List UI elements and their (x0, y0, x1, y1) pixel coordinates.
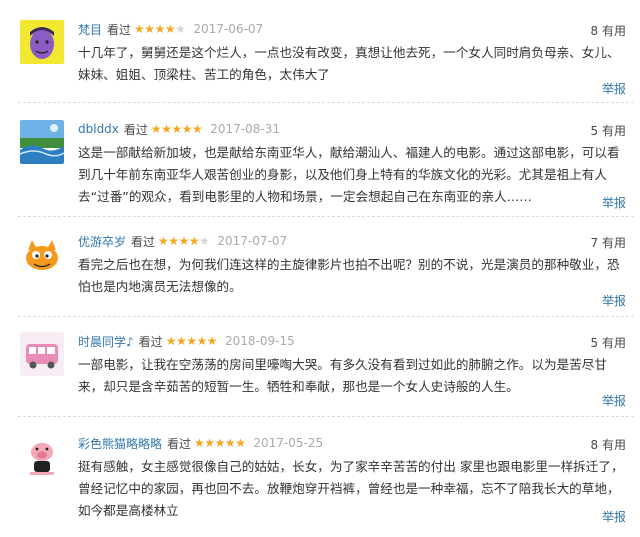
report-link[interactable]: 举报 (602, 508, 626, 525)
username-link[interactable]: 优游卒岁 (78, 233, 126, 250)
star-filled-icon: ★ (194, 436, 205, 450)
star-filled-icon: ★ (154, 22, 166, 36)
report-link[interactable]: 举报 (602, 392, 626, 409)
star-filled-icon: ★ (188, 234, 200, 248)
useful-vote[interactable]: 5 有用 (591, 334, 626, 351)
star-filled-icon: ★ (175, 334, 187, 348)
rating-stars: ★★★★★ (165, 334, 218, 348)
review-date: 2017-05-25 (253, 436, 324, 450)
watched-label: 看过 (107, 22, 132, 37)
review-content: 看完之后也在想，为何我们连这样的主旋律影片也拍不出呢？别的不说，光是演员的那种敬… (78, 257, 620, 294)
review-content: 一部电影，让我在空荡荡的房间里嚎啕大哭。有多久没有看到过如此的肺腑之作。以为是苦… (78, 357, 607, 394)
star-filled-icon: ★ (196, 334, 207, 348)
star-filled-icon: ★ (224, 436, 236, 450)
watched-label: 看过 (138, 334, 163, 349)
review-content: 挺有感触，女主感觉很像自己的姑姑，长女，为了家辛辛苦苦的付出 家里也跟电影里一样… (78, 459, 624, 518)
review-meta: 优游卒岁 看过 ★★★★★ 2017-07-07 (78, 232, 287, 250)
star-filled-icon: ★ (165, 334, 177, 348)
star-filled-icon: ★ (214, 436, 226, 450)
review-meta: 彩色熊猫略略略 看过 ★★★★★ 2017-05-25 (78, 434, 323, 452)
divider (18, 316, 634, 317)
report-link[interactable]: 举报 (602, 292, 626, 309)
review-meta: dblddx 看过 ★★★★★ 2017-08-31 (78, 120, 280, 138)
star-filled-icon: ★ (181, 122, 193, 136)
user-avatar[interactable] (20, 120, 64, 164)
rating-stars: ★★★★★ (150, 122, 203, 136)
star-filled-icon: ★ (171, 122, 182, 136)
watched-label: 看过 (131, 234, 156, 249)
useful-count: 8 (590, 24, 599, 38)
cartoon-pig-icon (20, 434, 64, 478)
star-filled-icon: ★ (144, 22, 155, 36)
watched-label: 看过 (123, 122, 148, 137)
review-content: 十几年了，舅舅还是这个烂人，一点也没有改变，真想让他去死，一个女人同时肩负母亲、… (78, 45, 620, 82)
divider (18, 216, 634, 217)
useful-vote[interactable]: 7 有用 (591, 234, 626, 251)
review-meta: 梵目 看过 ★★★★★ 2017-06-07 (78, 20, 263, 38)
useful-label: 有用 (601, 336, 626, 350)
star-empty-icon: ★ (175, 22, 186, 36)
star-filled-icon: ★ (164, 22, 176, 36)
useful-label: 有用 (601, 236, 626, 250)
review-date: 2017-07-07 (217, 234, 288, 248)
divider (18, 102, 634, 103)
star-filled-icon: ★ (178, 234, 190, 248)
review-date: 2017-08-31 (210, 122, 280, 136)
username-link[interactable]: 彩色熊猫略略略 (78, 435, 162, 452)
report-link[interactable]: 举报 (602, 194, 626, 211)
username-link[interactable]: dblddx (78, 122, 119, 136)
cartoon-cat-icon (20, 232, 64, 276)
review-date: 2017-06-07 (193, 22, 264, 36)
star-filled-icon: ★ (161, 122, 172, 136)
review-date: 2018-09-15 (225, 334, 295, 348)
useful-count: 5 (590, 336, 599, 350)
user-avatar[interactable] (20, 434, 64, 478)
useful-count: 5 (590, 124, 599, 138)
star-filled-icon: ★ (134, 22, 145, 36)
star-empty-icon: ★ (199, 234, 210, 248)
star-filled-icon: ★ (168, 234, 179, 248)
star-filled-icon: ★ (204, 436, 215, 450)
user-avatar[interactable] (20, 332, 64, 376)
rating-stars: ★★★★★ (158, 234, 210, 248)
useful-label: 有用 (601, 124, 626, 138)
review-content: 这是一部献给新加坡，也是献给东南亚华人，献给潮汕人、福建人的电影。通过这部电影，… (78, 145, 620, 204)
divider (18, 416, 634, 417)
useful-vote[interactable]: 8 有用 (591, 22, 626, 39)
star-filled-icon: ★ (150, 122, 162, 136)
user-avatar[interactable] (20, 232, 64, 276)
review-meta: 时晨同学♪ 看过 ★★★★★ 2018-09-15 (78, 332, 295, 350)
star-filled-icon: ★ (206, 334, 218, 348)
user-avatar[interactable] (20, 20, 64, 64)
username-link[interactable]: 梵目 (78, 21, 102, 38)
pink-bus-icon (20, 332, 64, 376)
star-filled-icon: ★ (235, 436, 246, 450)
star-filled-icon: ★ (186, 334, 197, 348)
landscape-icon (20, 120, 64, 164)
useful-vote[interactable]: 8 有用 (591, 436, 626, 453)
rating-stars: ★★★★★ (134, 22, 186, 36)
star-filled-icon: ★ (191, 122, 203, 136)
useful-count: 7 (590, 236, 599, 250)
username-link[interactable]: 时晨同学♪ (78, 333, 134, 350)
useful-label: 有用 (601, 438, 626, 452)
cartoon-face-icon (20, 20, 64, 64)
watched-label: 看过 (167, 436, 192, 451)
rating-stars: ★★★★★ (194, 436, 246, 450)
useful-count: 8 (590, 438, 599, 452)
useful-label: 有用 (601, 24, 626, 38)
useful-vote[interactable]: 5 有用 (591, 122, 626, 139)
report-link[interactable]: 举报 (602, 80, 626, 97)
star-filled-icon: ★ (158, 234, 169, 248)
